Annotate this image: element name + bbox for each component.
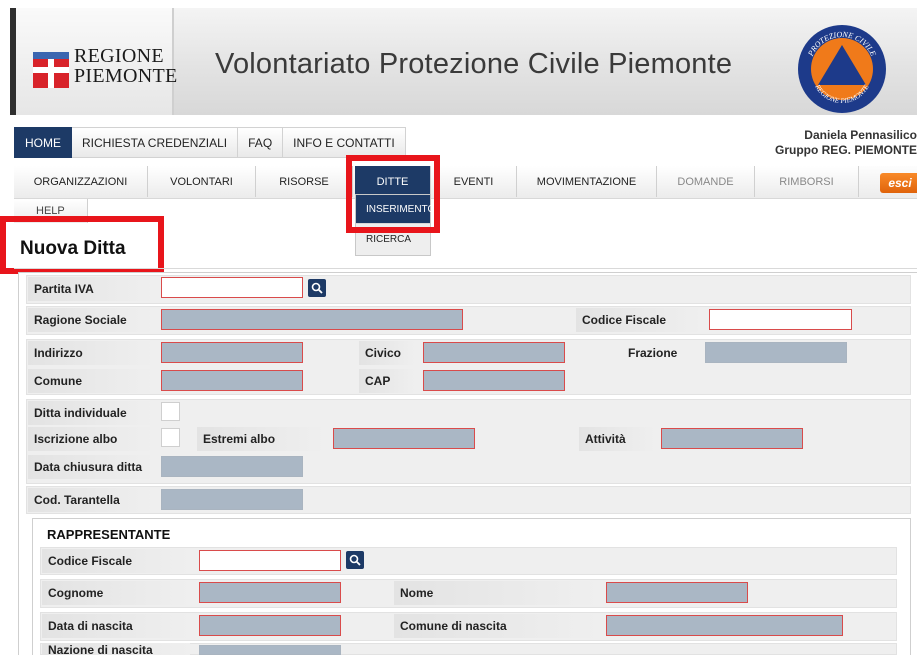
piemonte-flag-icon	[33, 52, 69, 88]
label-iscrizione-albo: Iscrizione albo	[28, 427, 154, 451]
rapp-nome-input[interactable]	[606, 582, 748, 603]
partita-iva-search-button[interactable]	[308, 279, 326, 297]
label-rapp-nome: Nome	[394, 581, 598, 605]
logo-text: REGIONE PIEMONTE	[74, 46, 178, 86]
civico-input[interactable]	[423, 342, 565, 363]
user-name: Daniela Pennasilico	[804, 128, 917, 142]
search-icon	[349, 554, 361, 566]
indirizzo-input[interactable]	[161, 342, 303, 363]
comune-input[interactable]	[161, 370, 303, 391]
label-cod-tarantella: Cod. Tarantella	[28, 488, 154, 512]
title-divider	[14, 268, 917, 269]
menu-rimborsi[interactable]: RIMBORSI	[755, 166, 859, 197]
label-rapp-cognome: Cognome	[42, 581, 190, 605]
label-indirizzo: Indirizzo	[28, 341, 154, 365]
label-cap: CAP	[359, 369, 415, 393]
user-info: Daniela Pennasilico Gruppo REG. PIEMONTE	[775, 128, 917, 158]
site-title: Volontariato Protezione Civile Piemonte	[215, 48, 733, 80]
rapp-comune-nascita-input[interactable]	[606, 615, 843, 636]
label-partita-iva: Partita IVA	[28, 277, 154, 301]
label-ragione-sociale: Ragione Sociale	[28, 308, 154, 332]
rapp-data-nascita-input[interactable]	[199, 615, 341, 636]
row-partita-iva	[26, 275, 911, 304]
menu-domande[interactable]: DOMANDE	[657, 166, 755, 197]
data-chiusura-input[interactable]	[161, 456, 303, 477]
attivita-input[interactable]	[661, 428, 803, 449]
estremi-albo-input[interactable]	[333, 428, 475, 449]
menu-movimentazione[interactable]: MOVIMENTAZIONE	[517, 166, 657, 197]
tab-home[interactable]: HOME	[14, 127, 72, 158]
menu-eventi[interactable]: EVENTI	[431, 166, 517, 197]
partita-iva-input[interactable]	[161, 277, 303, 298]
esci-button[interactable]: esci	[880, 173, 917, 193]
ragione-sociale-input[interactable]	[161, 309, 463, 330]
label-attivita: Attività	[579, 427, 655, 451]
rapp-cognome-input[interactable]	[199, 582, 341, 603]
highlight-ditte-menu	[346, 155, 440, 233]
top-nav: HOME RICHIESTA CREDENZIALI FAQ INFO E CO…	[14, 127, 406, 158]
ditta-individuale-checkbox[interactable]	[161, 402, 180, 421]
page-title: Nuova Ditta	[20, 238, 126, 259]
protezione-civile-seal-icon: PROTEZIONE CIVILE REGIONE PIEMONTE	[798, 25, 886, 113]
search-icon	[311, 282, 323, 294]
logo-line-2: PIEMONTE	[74, 65, 178, 87]
tab-info-contatti[interactable]: INFO E CONTATTI	[283, 127, 406, 158]
logo-line-1: REGIONE	[74, 45, 164, 67]
rapp-codice-fiscale-search-button[interactable]	[346, 551, 364, 569]
cod-tarantella-input[interactable]	[161, 489, 303, 510]
cap-input[interactable]	[423, 370, 565, 391]
codice-fiscale-input[interactable]	[709, 309, 852, 330]
menu-volontari[interactable]: VOLONTARI	[148, 166, 256, 197]
tab-faq[interactable]: FAQ	[238, 127, 284, 158]
label-rapp-comune-nascita: Comune di nascita	[394, 614, 598, 638]
iscrizione-albo-checkbox[interactable]	[161, 428, 180, 447]
label-estremi-albo: Estremi albo	[197, 427, 325, 451]
rapp-codice-fiscale-input[interactable]	[199, 550, 341, 571]
label-civico: Civico	[359, 341, 415, 365]
label-rapp-nazione-nascita: Nazione di nascita	[42, 643, 190, 655]
site-header: REGIONE PIEMONTE Volontariato Protezione…	[10, 8, 917, 115]
label-frazione: Frazione	[628, 346, 678, 360]
main-menu: ORGANIZZAZIONI VOLONTARI RISORSE DITTE E…	[14, 166, 917, 199]
label-data-chiusura: Data chiusura ditta	[28, 455, 154, 479]
tab-richiesta-credenziali[interactable]: RICHIESTA CREDENZIALI	[72, 127, 239, 158]
row-cod-tarantella	[26, 486, 911, 514]
menu-risorse[interactable]: RISORSE	[256, 166, 353, 197]
user-group: Gruppo REG. PIEMONTE	[774, 143, 917, 157]
menu-organizzazioni[interactable]: ORGANIZZAZIONI	[14, 166, 148, 197]
label-rapp-codice-fiscale: Codice Fiscale	[42, 549, 190, 573]
regione-logo[interactable]: REGIONE PIEMONTE	[16, 8, 177, 115]
rapp-nazione-nascita-input[interactable]	[199, 645, 341, 655]
rappresentante-title: RAPPRESENTANTE	[47, 527, 171, 542]
frazione-input[interactable]	[705, 342, 847, 363]
label-codice-fiscale: Codice Fiscale	[576, 308, 702, 332]
label-comune: Comune	[28, 369, 154, 393]
label-ditta-individuale: Ditta individuale	[28, 401, 154, 425]
label-rapp-data-nascita: Data di nascita	[42, 614, 190, 638]
